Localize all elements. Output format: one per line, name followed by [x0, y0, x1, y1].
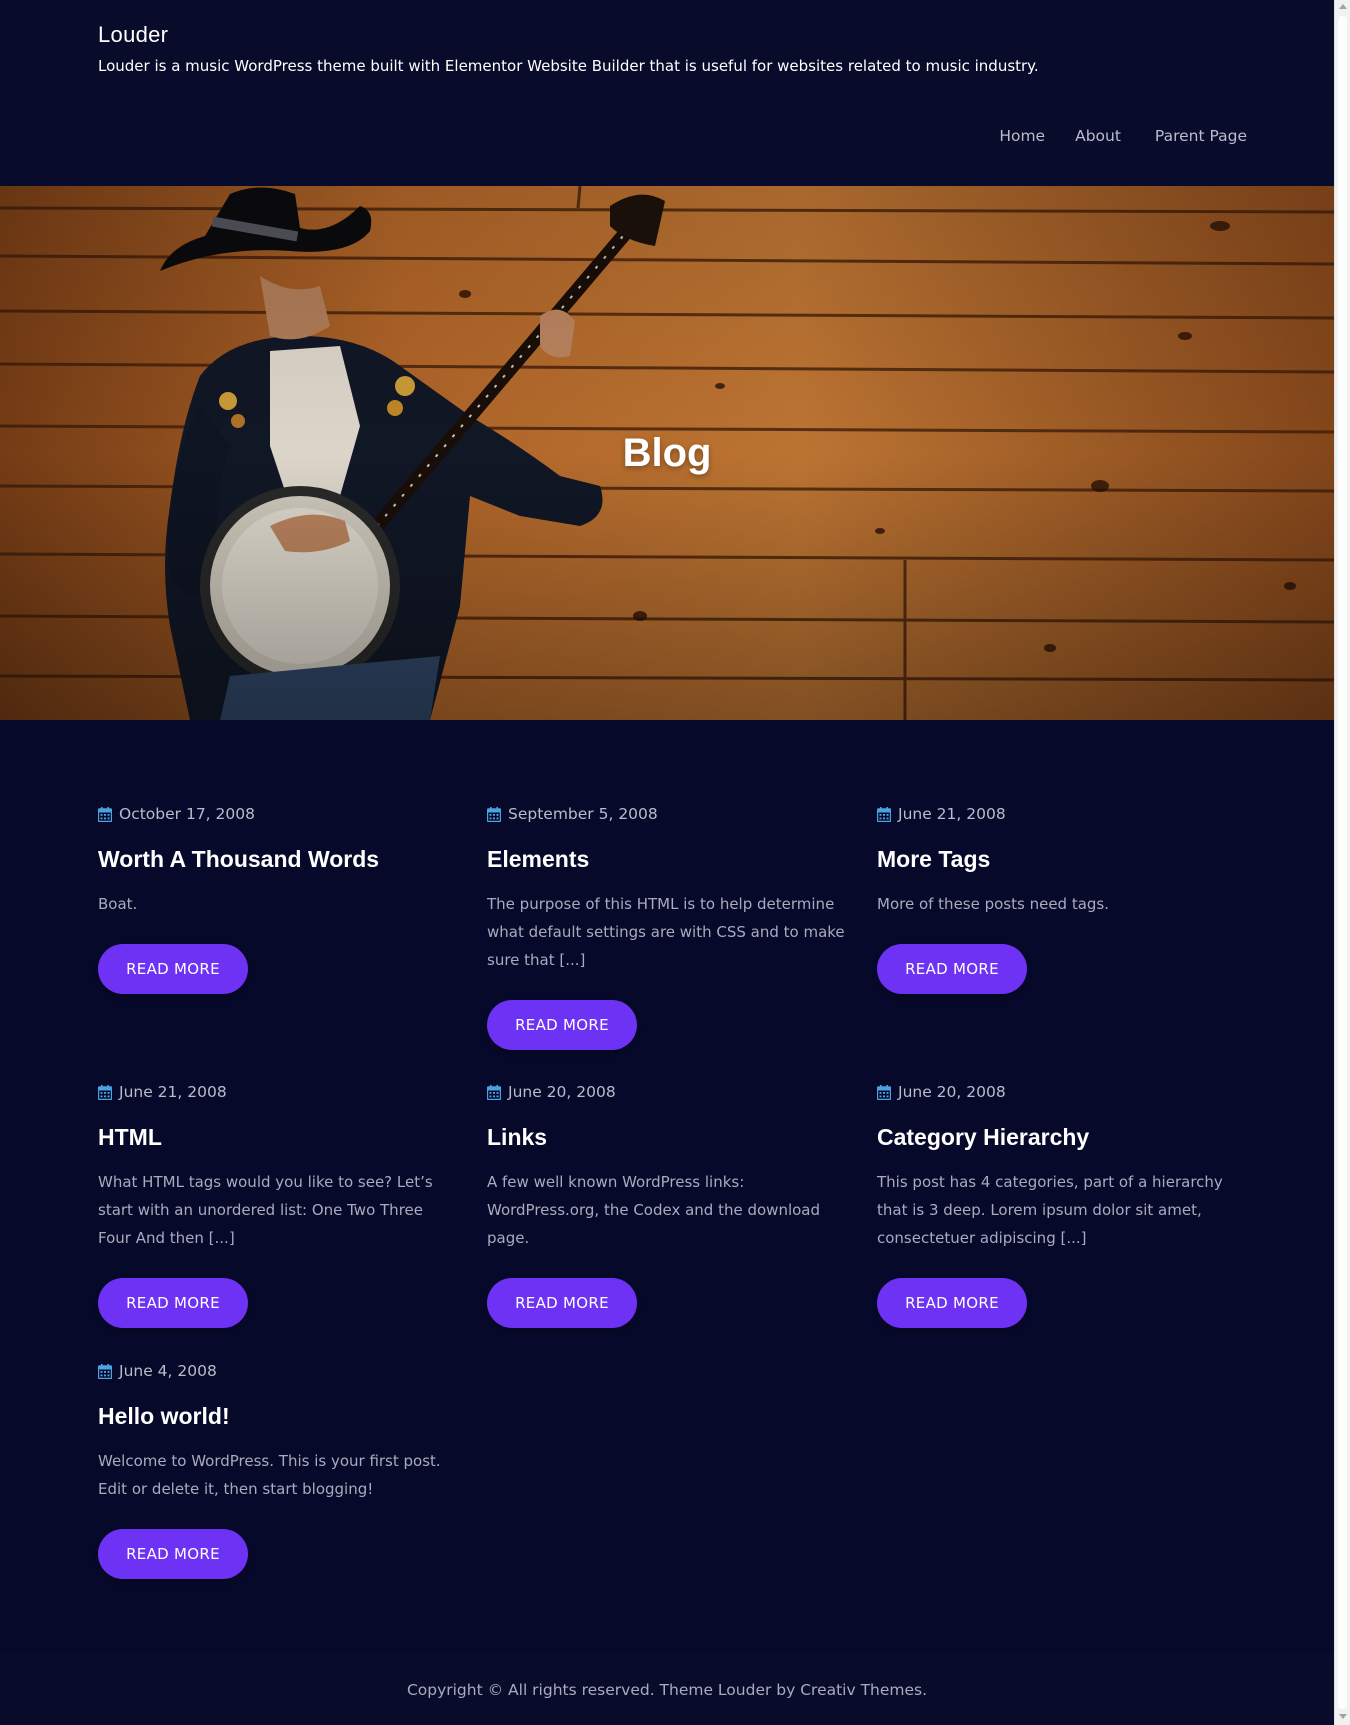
post-date: October 17, 2008 [98, 804, 458, 824]
post-date: June 4, 2008 [98, 1361, 458, 1381]
post-title[interactable]: Links [487, 1124, 847, 1152]
post-date-text[interactable]: June 4, 2008 [119, 1362, 217, 1380]
read-more-button[interactable]: READ MORE [98, 1277, 248, 1328]
post-date: June 20, 2008 [487, 1082, 847, 1102]
site-header: Louder Louder is a music WordPress theme… [0, 0, 1334, 186]
site-footer: Copyright © All rights reserved. Theme L… [0, 1652, 1334, 1725]
post-excerpt: This post has 4 categories, part of a hi… [877, 1172, 1223, 1247]
read-more-button[interactable]: READ MORE [877, 943, 1027, 994]
post-card: September 5, 2008 Elements The purpose o… [487, 804, 847, 1050]
post-date-text[interactable]: October 17, 2008 [119, 805, 255, 823]
post-card: June 21, 2008 More Tags More of these po… [877, 804, 1237, 994]
main-nav: Home About Parent Page [969, 127, 1247, 145]
vertical-scrollbar[interactable] [1334, 0, 1350, 1725]
read-more-button[interactable]: READ MORE [487, 1277, 637, 1328]
post-date-text[interactable]: June 21, 2008 [898, 805, 1006, 823]
post-date-text[interactable]: June 21, 2008 [119, 1083, 227, 1101]
site-description: Louder is a music WordPress theme built … [98, 57, 1039, 75]
post-card: June 20, 2008 Category Hierarchy This po… [877, 1082, 1237, 1328]
calendar-icon [98, 806, 112, 822]
post-date: September 5, 2008 [487, 804, 847, 824]
calendar-icon [877, 806, 891, 822]
nav-item-about[interactable]: About [1075, 127, 1121, 145]
calendar-icon [487, 1084, 501, 1100]
post-date-text[interactable]: June 20, 2008 [898, 1083, 1006, 1101]
post-excerpt: A few well known WordPress links: WordPr… [487, 1172, 821, 1247]
nav-item-parent-page[interactable]: Parent Page [1155, 127, 1247, 145]
post-title[interactable]: Elements [487, 846, 847, 874]
post-excerpt: More of these posts need tags. [877, 894, 1110, 913]
post-title[interactable]: Category Hierarchy [877, 1124, 1237, 1152]
post-title[interactable]: HTML [98, 1124, 458, 1152]
post-date-text[interactable]: June 20, 2008 [508, 1083, 616, 1101]
read-more-button[interactable]: READ MORE [487, 999, 637, 1050]
post-date: June 21, 2008 [98, 1082, 458, 1102]
post-title[interactable]: Hello world! [98, 1403, 458, 1431]
post-excerpt: The purpose of this HTML is to help dete… [487, 894, 845, 969]
nav-item-home[interactable]: Home [999, 127, 1045, 145]
scrollbar-thumb[interactable] [1338, 16, 1347, 1709]
page-title: Blog [622, 431, 712, 475]
hero-banner: Blog [0, 186, 1334, 720]
scroll-down-arrow-icon[interactable] [1339, 1714, 1347, 1719]
post-card: June 21, 2008 HTML What HTML tags would … [98, 1082, 458, 1328]
site-title[interactable]: Louder [98, 22, 168, 48]
calendar-icon [98, 1363, 112, 1379]
post-excerpt: What HTML tags would you like to see? Le… [98, 1172, 433, 1247]
post-title[interactable]: Worth A Thousand Words [98, 846, 458, 874]
post-excerpt: Welcome to WordPress. This is your first… [98, 1451, 441, 1498]
post-title[interactable]: More Tags [877, 846, 1237, 874]
read-more-button[interactable]: READ MORE [98, 943, 248, 994]
post-card: June 4, 2008 Hello world! Welcome to Wor… [98, 1361, 458, 1579]
post-card: October 17, 2008 Worth A Thousand Words … [98, 804, 458, 994]
calendar-icon [877, 1084, 891, 1100]
post-excerpt: Boat. [98, 894, 138, 913]
scroll-up-arrow-icon[interactable] [1339, 4, 1347, 9]
calendar-icon [98, 1084, 112, 1100]
copyright-text: Copyright © All rights reserved. Theme L… [406, 1681, 928, 1699]
post-date-text[interactable]: September 5, 2008 [508, 805, 658, 823]
post-date: June 21, 2008 [877, 804, 1237, 824]
read-more-button[interactable]: READ MORE [877, 1277, 1027, 1328]
post-card: June 20, 2008 Links A few well known Wor… [487, 1082, 847, 1328]
post-date: June 20, 2008 [877, 1082, 1237, 1102]
read-more-button[interactable]: READ MORE [98, 1528, 248, 1579]
calendar-icon [487, 806, 501, 822]
